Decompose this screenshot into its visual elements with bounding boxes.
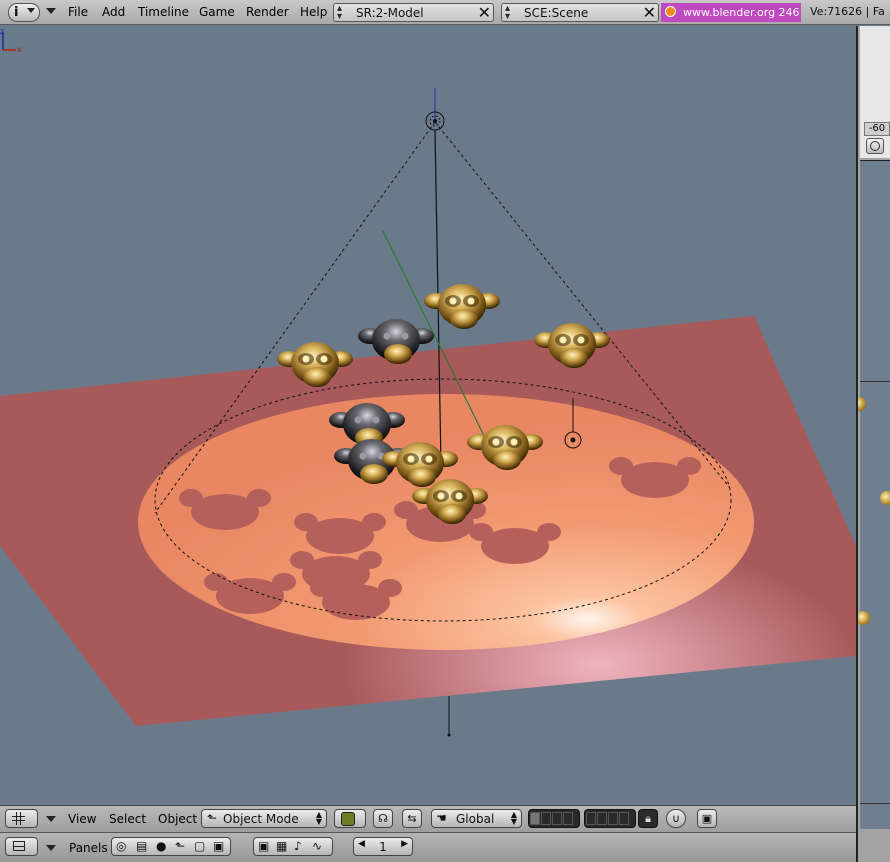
manipulator-icon: ⇆ [407, 812, 417, 825]
menu-render[interactable]: Render [246, 5, 289, 19]
menu-help[interactable]: Help [300, 5, 327, 19]
lock-icon: 🔒︎ [645, 812, 651, 825]
menu-file[interactable]: File [68, 5, 88, 19]
menu-add[interactable]: Add [102, 5, 125, 19]
collapse-menu-icon[interactable] [46, 8, 56, 14]
divider [860, 803, 890, 804]
collapse-menu-icon[interactable] [46, 845, 56, 851]
object-icon[interactable]: ⬑ [175, 839, 185, 853]
updown-arrows-icon[interactable]: ▴ ▾ [337, 4, 342, 22]
scene-icon[interactable]: ▣ [213, 839, 224, 853]
context-buttons[interactable]: ◎ ▤ ● ⬑ ▢ ▣ [111, 837, 231, 856]
editor-type-button[interactable] [5, 837, 38, 856]
orientation-selector[interactable]: ☚ Global ▲ ▼ [431, 809, 522, 828]
render-preview-button[interactable]: ▣ [697, 809, 717, 828]
axis-gizmo-icon: z x [0, 27, 22, 54]
3d-viewport[interactable]: z x [0, 26, 856, 805]
frame-number-field[interactable]: ◀ 1 ▶ [353, 837, 413, 856]
menu-object[interactable]: Object [158, 812, 197, 826]
snap-button[interactable]: ∪ [666, 809, 686, 828]
updown-arrows-icon: ▲ ▼ [315, 810, 322, 826]
object-mode-icon: ⬑ [207, 811, 218, 825]
editor-type-button[interactable] [5, 809, 38, 828]
layer-buttons-2[interactable] [584, 809, 636, 828]
scene-render [0, 88, 856, 737]
mode-label: Object Mode [223, 812, 299, 826]
close-scene-icon[interactable]: ✕ [643, 3, 656, 22]
updown-arrows-icon[interactable]: ▴ ▾ [505, 4, 510, 22]
render-icon[interactable]: ▣ [258, 839, 269, 853]
widget-button[interactable]: ⇆ [402, 809, 422, 828]
layer-buttons-1[interactable] [528, 809, 580, 828]
monkey-thumbnail [858, 611, 870, 625]
pivot-icon: ☊ [378, 812, 388, 825]
svg-text:z: z [0, 27, 4, 36]
blender-url-badge[interactable]: www.blender.org 246 [661, 3, 801, 22]
frame-value[interactable]: -60 [864, 122, 890, 136]
logic-icon[interactable]: ◎ [116, 839, 126, 853]
editing-icon[interactable]: ▢ [194, 839, 205, 853]
close-screen-icon[interactable]: ✕ [478, 3, 491, 22]
clock-icon[interactable] [866, 138, 884, 154]
buttons-window-icon [13, 841, 25, 851]
menu-view[interactable]: View [68, 812, 96, 826]
panels-label: Panels [69, 841, 108, 855]
grid-icon [12, 812, 25, 825]
scene-name-field[interactable]: SCE:Scene [524, 6, 588, 20]
screen-name-field[interactable]: SR:2-Model [356, 6, 424, 20]
render-icon: ▣ [701, 812, 713, 825]
monkey-thumbnail [858, 397, 866, 411]
script-icon[interactable]: ▤ [136, 839, 147, 853]
monkey-thumbnail [880, 491, 890, 505]
side-3d-view[interactable] [858, 160, 890, 829]
magnet-icon: ∪ [671, 812, 681, 825]
wave-icon[interactable]: ∿ [312, 839, 322, 853]
solid-cube-icon [341, 812, 355, 826]
timeline-side-panel: -60 [856, 26, 890, 862]
divider [860, 381, 890, 382]
info-icon: i [14, 5, 19, 20]
scene-selector[interactable]: ▴ ▾ SCE:Scene ✕ [501, 3, 659, 22]
screen-selector[interactable]: ▴ ▾ SR:2-Model ✕ [333, 3, 494, 22]
editor-type-button[interactable]: i [8, 3, 40, 22]
mode-selector[interactable]: ⬑ Object Mode ▲ ▼ [201, 809, 327, 828]
svg-text:x: x [17, 45, 22, 54]
menu-timeline[interactable]: Timeline [138, 5, 189, 19]
increment-arrow-icon[interactable]: ▶ [401, 839, 408, 849]
hand-icon: ☚ [436, 811, 447, 825]
subcontext-buttons[interactable]: ▣ ▦ ♪ ∿ [253, 837, 333, 856]
chevron-down-icon [27, 8, 35, 13]
scene-stats: Ve:71626 | Fa [810, 5, 885, 18]
pivot-button[interactable]: ☊ [373, 809, 393, 828]
orientation-label: Global [456, 812, 495, 826]
shading-icon[interactable]: ● [156, 839, 166, 853]
menu-select[interactable]: Select [109, 812, 146, 826]
buttons-window-header: Panels ◎ ▤ ● ⬑ ▢ ▣ ▣ ▦ ♪ ∿ ◀ 1 ▶ [0, 832, 856, 862]
draw-type-button[interactable] [334, 809, 366, 828]
blender-logo-icon [665, 6, 676, 17]
updown-arrows-icon: ▲ ▼ [510, 810, 517, 826]
top-menu-bar: i File Add Timeline Game Render Help ▴ ▾ … [0, 0, 890, 25]
sound-icon[interactable]: ♪ [294, 839, 302, 853]
collapse-menu-icon[interactable] [46, 816, 56, 822]
url-text: www.blender.org 246 [683, 6, 800, 19]
anim-icon[interactable]: ▦ [276, 839, 287, 853]
lock-button[interactable]: 🔒︎ [638, 809, 658, 828]
menu-game[interactable]: Game [199, 5, 235, 19]
3d-view-header: View Select Object ⬑ Object Mode ▲ ▼ ☊ ⇆ … [0, 805, 856, 832]
